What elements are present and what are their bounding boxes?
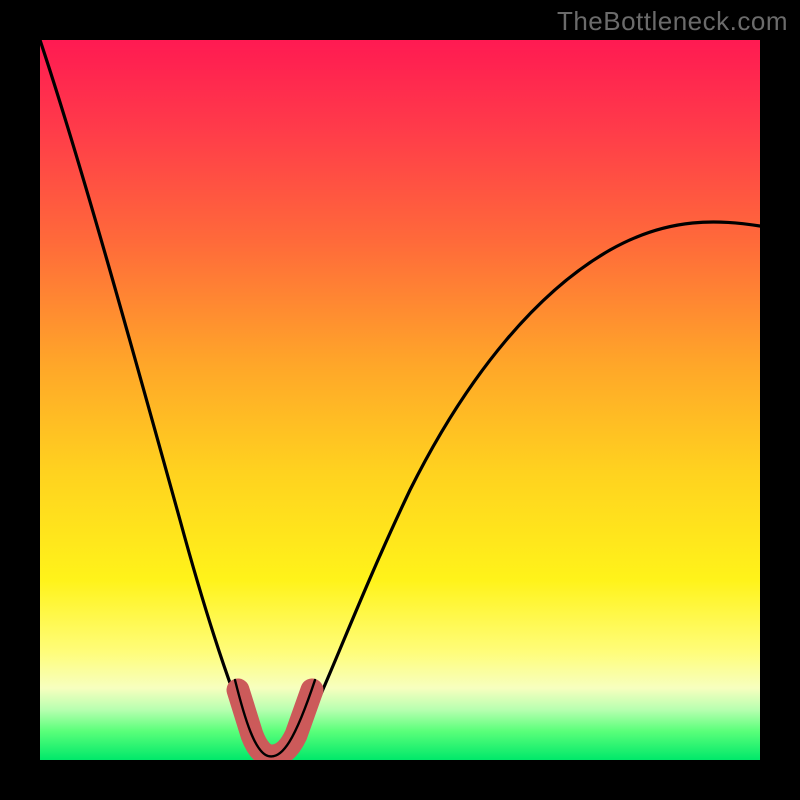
watermark-text: TheBottleneck.com — [557, 6, 788, 37]
curve-layer — [40, 40, 760, 760]
plot-area — [40, 40, 760, 760]
bottleneck-curve — [40, 40, 760, 758]
chart-frame: TheBottleneck.com — [0, 0, 800, 800]
valley-accent — [238, 690, 312, 756]
